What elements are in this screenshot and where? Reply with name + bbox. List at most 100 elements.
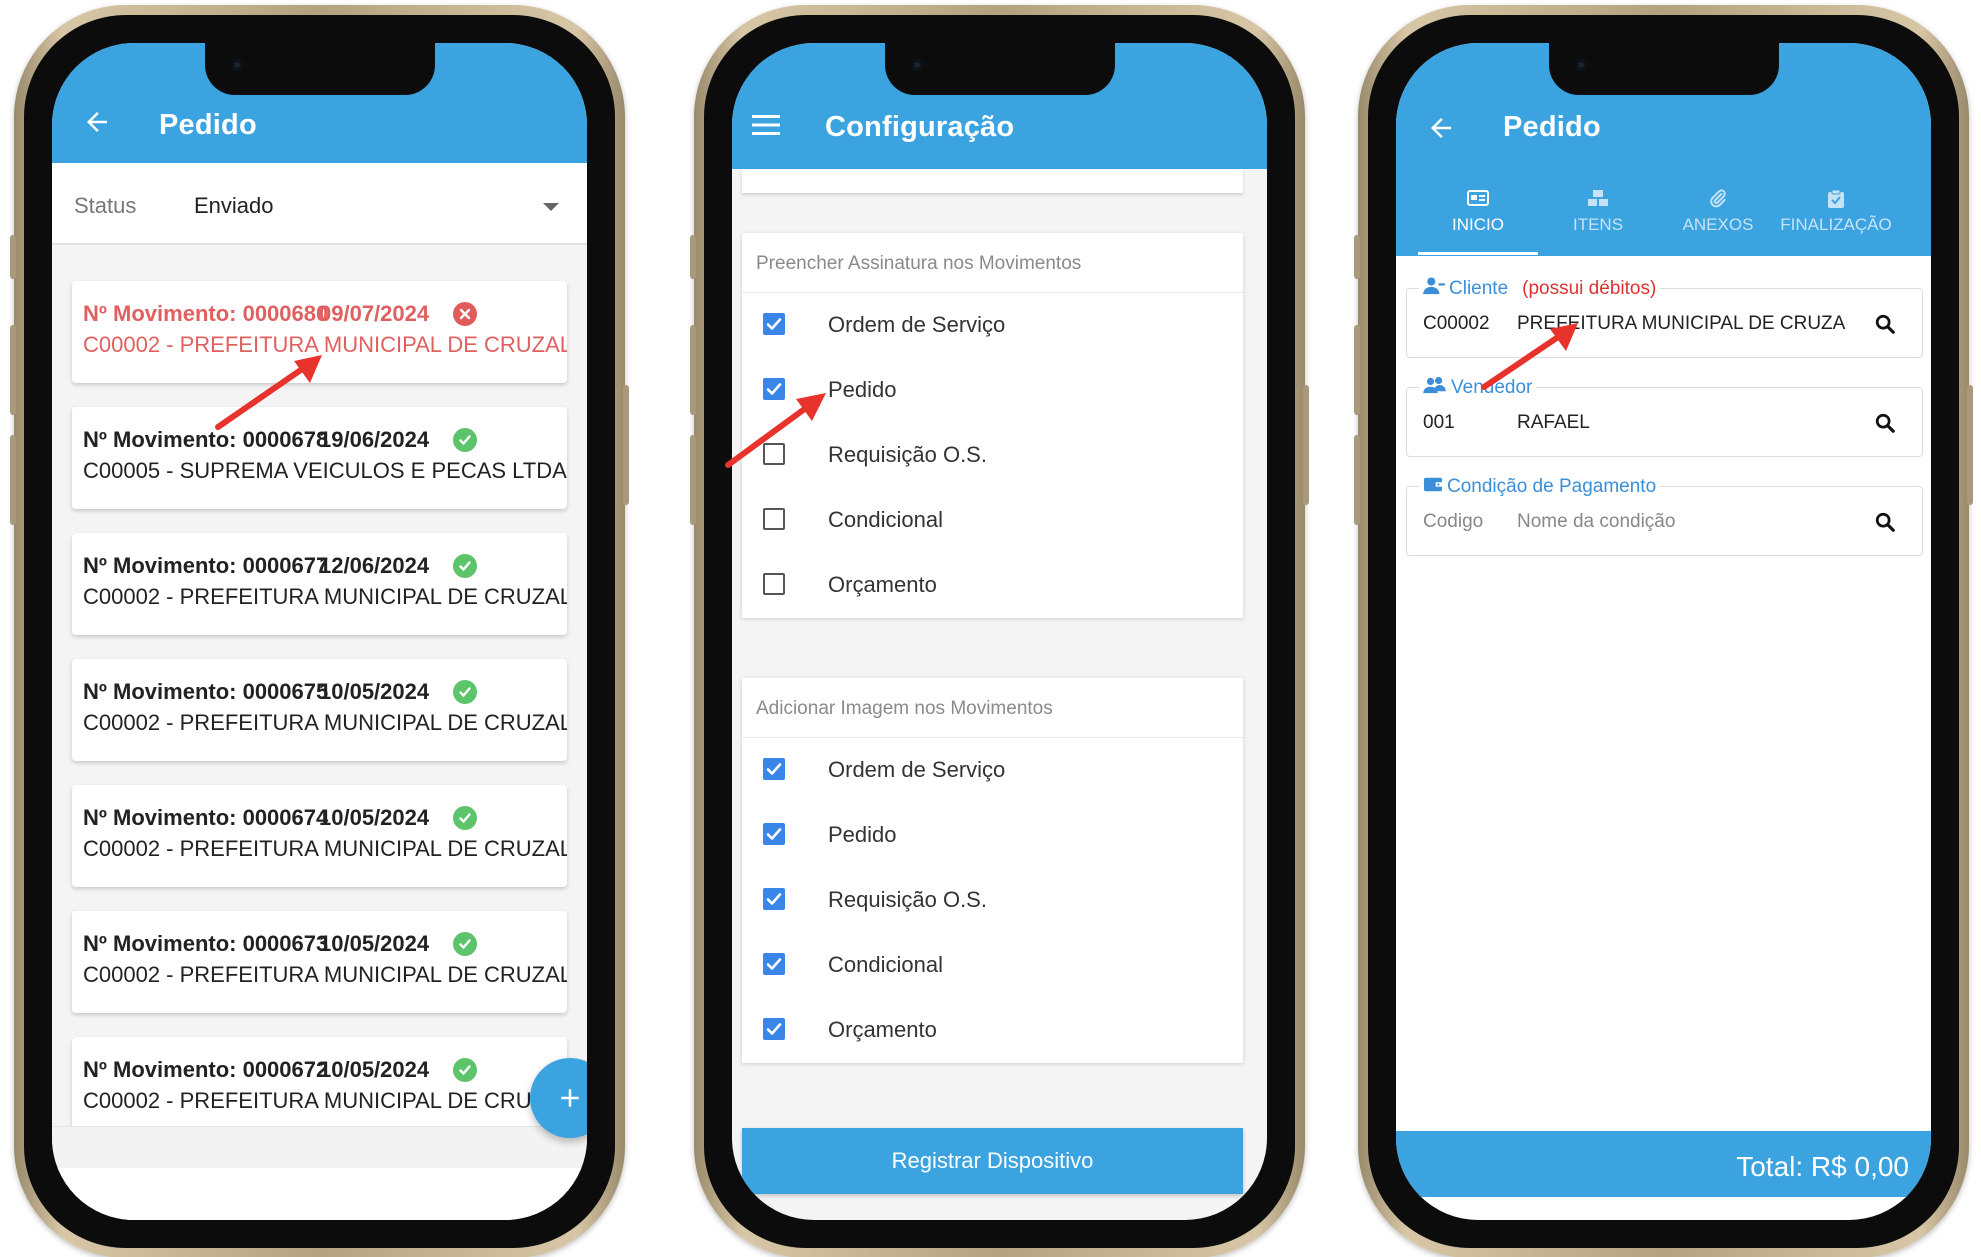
movimento-number: Nº Movimento: 0000673 xyxy=(83,931,329,956)
config-card-top xyxy=(742,169,1243,193)
phone-side-button xyxy=(623,385,629,505)
search-icon[interactable] xyxy=(1874,511,1896,538)
movimento-number: Nº Movimento: 0000678 xyxy=(83,427,329,452)
camera-icon xyxy=(230,59,243,71)
phone-frame-configuracao: Configuração Preencher Assinatura nos Mo… xyxy=(690,5,1309,1257)
movimento-card[interactable]: Nº Movimento: 0000674 10/05/2024 C00002 - … xyxy=(72,785,567,887)
phone-frame-pedido-form: Pedido INICIO ITENS ANEXOS FINALIZAÇÃO C… xyxy=(1354,5,1973,1257)
movimento-client: C00002 - PREFEITURA MUNICIPAL DE CRUZALI… xyxy=(83,962,567,987)
camera-icon xyxy=(1574,59,1587,71)
screen-configuracao: Configuração Preencher Assinatura nos Mo… xyxy=(732,43,1267,1220)
phone-side-button xyxy=(10,235,16,279)
checkbox-row[interactable]: Condicional xyxy=(742,933,1243,998)
cliente-name: PREFEITURA MUNICIPAL DE CRUZALIA xyxy=(1517,313,1847,334)
movimento-client: C00002 - PREFEITURA MUNICIPAL DE CRUZALI… xyxy=(83,1088,567,1113)
ok-status-icon xyxy=(453,554,477,578)
movimento-number: Nº Movimento: 0000672 xyxy=(83,1057,329,1082)
checkbox-checked[interactable] xyxy=(763,953,785,975)
phone-side-button xyxy=(690,325,696,415)
page-title: Configuração xyxy=(825,111,1015,143)
pagamento-name-input[interactable]: Nome da condição xyxy=(1517,511,1847,533)
phone-side-button xyxy=(1303,385,1309,505)
ok-status-icon xyxy=(453,806,477,830)
checkbox-checked[interactable] xyxy=(763,313,785,335)
checkbox-label: Requisição O.S. xyxy=(828,887,987,912)
checkbox-checked[interactable] xyxy=(763,888,785,910)
section-assinatura: Preencher Assinatura nos Movimentos Orde… xyxy=(742,233,1243,618)
vendedor-field[interactable]: Vendedor 001 RAFAEL xyxy=(1406,376,1923,457)
checkbox-checked[interactable] xyxy=(763,758,785,780)
pagamento-code-input[interactable]: Codigo xyxy=(1423,511,1483,533)
phone-side-button xyxy=(1354,235,1360,279)
checkbox-label: Ordem de Serviço xyxy=(828,757,1006,782)
movimento-client: C00002 - PREFEITURA MUNICIPAL DE CRUZALI… xyxy=(83,710,567,735)
plus-icon xyxy=(561,1089,579,1107)
movimento-card[interactable]: Nº Movimento: 0000678 19/06/2024 C00005 - … xyxy=(72,407,567,509)
register-device-button[interactable]: Registrar Dispositivo xyxy=(742,1128,1243,1194)
checkbox-checked[interactable] xyxy=(763,823,785,845)
movimento-date: 10/05/2024 xyxy=(319,1057,430,1082)
movimento-card[interactable]: Nº Movimento: 0000680 09/07/2024 C00002 - … xyxy=(72,281,567,383)
hamburger-menu-icon[interactable] xyxy=(752,113,780,142)
checkbox-label: Condicional xyxy=(828,507,943,532)
phone-notch xyxy=(204,43,435,95)
checkbox-row[interactable]: Ordem de Serviço xyxy=(742,293,1243,358)
checkbox-row[interactable]: Pedido xyxy=(742,803,1243,868)
checkbox-unchecked[interactable] xyxy=(763,443,785,465)
vendedor-code: 001 xyxy=(1423,412,1455,433)
movimento-date: 10/05/2024 xyxy=(319,805,430,830)
paperclip-icon xyxy=(1658,183,1778,211)
checkbox-row[interactable]: Requisição O.S. xyxy=(742,423,1243,488)
status-value: Enviado xyxy=(194,193,274,218)
checkbox-label: Orçamento xyxy=(828,572,937,597)
checkbox-checked[interactable] xyxy=(763,1018,785,1040)
phone-side-button xyxy=(690,435,696,525)
error-status-icon xyxy=(453,302,477,326)
checkbox-label: Pedido xyxy=(828,377,897,402)
movimento-card[interactable]: Nº Movimento: 0000675 10/05/2024 C00002 - … xyxy=(72,659,567,761)
movimento-client: C00002 - PREFEITURA MUNICIPAL DE CRUZALI… xyxy=(83,836,567,861)
back-arrow-icon[interactable] xyxy=(1426,113,1456,143)
total-bar: Total: R$ 0,00 xyxy=(1396,1131,1931,1197)
checkbox-row[interactable]: Requisição O.S. xyxy=(742,868,1243,933)
tab-anexos[interactable]: ANEXOS xyxy=(1658,183,1778,255)
page-title: Pedido xyxy=(1503,111,1601,143)
movimento-date: 09/07/2024 xyxy=(319,301,430,326)
checkbox-row[interactable]: Orçamento xyxy=(742,998,1243,1063)
ok-status-icon xyxy=(453,680,477,704)
movimento-date: 12/06/2024 xyxy=(319,553,430,578)
checkbox-label: Condicional xyxy=(828,952,943,977)
checkbox-unchecked[interactable] xyxy=(763,508,785,530)
tab-itens[interactable]: ITENS xyxy=(1538,183,1658,255)
cliente-code: C00002 xyxy=(1423,313,1490,334)
phone-frame-pedido-list: Pedido Status Enviado Nº Movimento: 0000… xyxy=(10,5,629,1257)
movimento-date: 10/05/2024 xyxy=(319,931,430,956)
back-arrow-icon[interactable] xyxy=(82,107,112,137)
checkbox-label: Pedido xyxy=(828,822,897,847)
checkbox-row[interactable]: Ordem de Serviço xyxy=(742,738,1243,803)
clipboard-check-icon xyxy=(1776,183,1896,211)
boxes-icon xyxy=(1538,183,1658,211)
user-icon xyxy=(1423,277,1445,301)
checkbox-checked[interactable] xyxy=(763,378,785,400)
tab-finalizacao[interactable]: FINALIZAÇÃO xyxy=(1776,183,1896,255)
checkbox-row[interactable]: Condicional xyxy=(742,488,1243,553)
condicao-pagamento-field[interactable]: Condição de Pagamento Codigo Nome da con… xyxy=(1406,475,1923,556)
checkbox-unchecked[interactable] xyxy=(763,573,785,595)
movimento-card[interactable]: Nº Movimento: 0000672 10/05/2024 C00002 - … xyxy=(72,1037,567,1139)
cliente-field[interactable]: Cliente (possui débitos) C00002 PREFEITU… xyxy=(1406,277,1923,358)
ok-status-icon xyxy=(453,932,477,956)
movimento-number: Nº Movimento: 0000674 xyxy=(83,805,329,830)
section-heading: Adicionar Imagem nos Movimentos xyxy=(742,678,1243,738)
movimento-card[interactable]: Nº Movimento: 0000677 12/06/2024 C00002 - … xyxy=(72,533,567,635)
movimento-number: Nº Movimento: 0000680 xyxy=(83,301,329,326)
search-icon[interactable] xyxy=(1874,412,1896,439)
section-imagem: Adicionar Imagem nos Movimentos Ordem de… xyxy=(742,678,1243,1063)
status-select[interactable]: Status Enviado xyxy=(52,163,587,245)
checkbox-row[interactable]: Orçamento xyxy=(742,553,1243,618)
movimento-card[interactable]: Nº Movimento: 0000673 10/05/2024 C00002 - … xyxy=(72,911,567,1013)
checkbox-row[interactable]: Pedido xyxy=(742,358,1243,423)
search-icon[interactable] xyxy=(1874,313,1896,340)
tab-inicio[interactable]: INICIO xyxy=(1418,183,1538,255)
phone-side-button xyxy=(10,435,16,525)
